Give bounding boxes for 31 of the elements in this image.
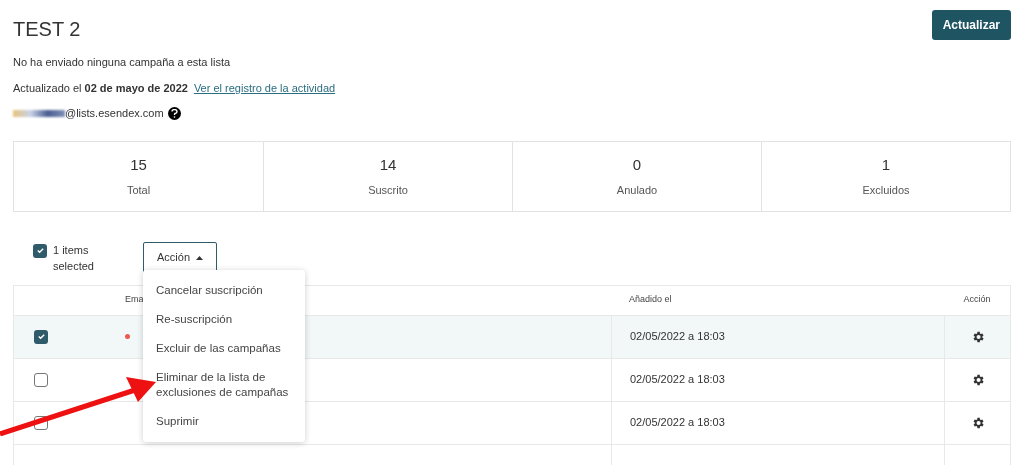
check-icon xyxy=(36,332,46,341)
updated-text: Actualizado el 02 de mayo de 2022 xyxy=(13,80,188,96)
email-address: @lists.esendex.com xyxy=(65,106,164,121)
column-header: Ema xyxy=(124,293,145,307)
added-date: 02/05/2022 a 18:03 xyxy=(630,415,725,431)
help-icon[interactable] xyxy=(167,106,181,120)
menu-item[interactable]: Cancelar suscripción xyxy=(143,276,305,305)
menu-item[interactable]: Suprimir xyxy=(143,407,305,436)
update-button[interactable]: Actualizar xyxy=(931,10,1011,40)
check-icon xyxy=(35,246,45,255)
stat-label: Excluidos xyxy=(862,183,910,198)
stat-value: 0 xyxy=(632,154,642,175)
checkbox[interactable] xyxy=(34,329,48,344)
added-date: 02/05/2022 a 18:03 xyxy=(630,372,725,388)
stat-value: 1 xyxy=(881,154,891,175)
stat-value: 14 xyxy=(379,154,397,175)
column-header: Acción xyxy=(962,293,992,307)
caret-icon xyxy=(196,255,204,260)
blurred-address xyxy=(13,109,65,117)
campaign-status-text: No ha enviado ninguna campaña a esta lista xyxy=(13,55,232,70)
checkbox[interactable] xyxy=(34,372,48,387)
stat-label: Anulado xyxy=(616,183,658,198)
column-header: Añadido el xyxy=(628,293,673,307)
added-date: 02/05/2022 a 18:03 xyxy=(630,329,725,345)
stat-value: 15 xyxy=(130,154,147,175)
stat-label: Suscrito xyxy=(368,183,408,198)
checkbox[interactable] xyxy=(33,243,47,258)
selection-count: 1 items selected xyxy=(53,242,95,274)
page-title: TEST 2 xyxy=(13,17,81,42)
activity-link[interactable]: Ver el registro de la actividad xyxy=(193,79,336,96)
stat-label: Total xyxy=(126,183,151,198)
